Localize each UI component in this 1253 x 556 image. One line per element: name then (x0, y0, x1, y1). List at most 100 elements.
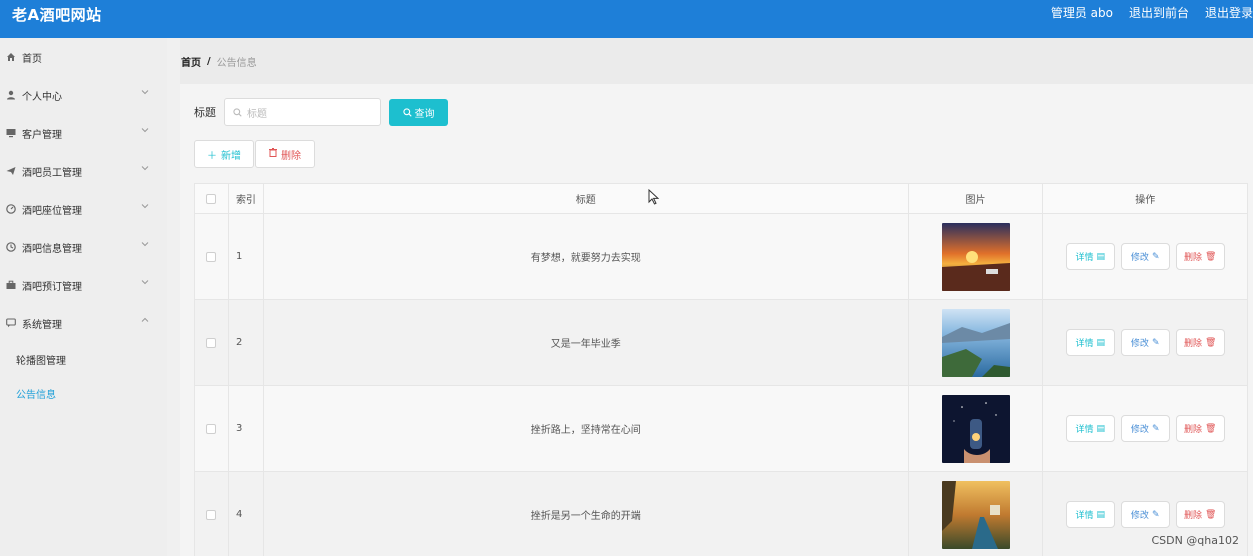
sidebar-item-label: 客户管理 (22, 129, 62, 141)
sidebar-item-label: 系统管理 (22, 319, 62, 331)
edit-button[interactable]: 修改 ✎ (1120, 329, 1170, 356)
search-button-label: 查询 (414, 108, 435, 120)
table-row: 1 有梦想，就要努力去实现 详情 ▤ 修改 ✎ 删除 🗑 (195, 214, 1247, 300)
row-checkbox[interactable] (206, 337, 217, 348)
row-actions: 详情 ▤ 修改 ✎ 删除 🗑 (1043, 386, 1247, 471)
user-icon (6, 90, 16, 100)
select-all-checkbox[interactable] (206, 193, 217, 204)
sidebar-item-personal-center[interactable]: 个人中心 (0, 76, 167, 114)
header-title: 标题 (264, 184, 909, 213)
detail-button[interactable]: 详情 ▤ (1065, 501, 1115, 528)
remove-label: 删除 (1183, 511, 1202, 521)
sunset-lake-image (941, 222, 1010, 291)
sidebar-item-home[interactable]: 首页 (0, 38, 167, 76)
trash-icon: 🗑 (1204, 251, 1217, 262)
chat-icon (6, 318, 16, 328)
row-index: 4 (229, 472, 264, 556)
search-button[interactable]: 查询 (389, 98, 448, 126)
chevron-down-icon (141, 166, 149, 171)
night-bottle-image (941, 394, 1010, 463)
detail-button[interactable]: 详情 ▤ (1065, 415, 1115, 442)
watermark: CSDN @qha102 (1151, 534, 1239, 547)
briefcase-icon (6, 280, 16, 290)
sidebar-item-staff[interactable]: 酒吧员工管理 (0, 152, 167, 190)
batch-delete-button[interactable]: 删除 (255, 140, 315, 168)
search-icon (402, 107, 412, 117)
sidebar-item-system[interactable]: 系统管理 (0, 304, 167, 342)
sidebar-subitem-announcements[interactable]: 公告信息 (0, 376, 167, 410)
pencil-icon: ✎ (1151, 337, 1160, 348)
sidebar-subitem-carousel[interactable]: 轮播图管理 (0, 342, 167, 376)
to-frontend-link[interactable]: 退出到前台 (1129, 4, 1189, 21)
edit-button[interactable]: 修改 ✎ (1120, 415, 1170, 442)
sidebar-item-label: 首页 (22, 53, 42, 65)
edit-button[interactable]: 修改 ✎ (1120, 501, 1170, 528)
remove-button[interactable]: 删除 🗑 (1175, 243, 1225, 270)
search-input[interactable]: 标题 (224, 98, 381, 126)
logout-link[interactable]: 退出登录 (1205, 4, 1253, 21)
row-checkbox[interactable] (206, 509, 217, 520)
edit-label: 修改 (1130, 425, 1149, 435)
home-icon (6, 52, 16, 62)
row-checkbox[interactable] (206, 423, 217, 434)
detail-button[interactable]: 详情 ▤ (1065, 329, 1115, 356)
pencil-icon: ✎ (1151, 423, 1160, 434)
announcement-table: 索引 标题 图片 操作 1 有梦想，就要努力去实现 详情 ▤ 修改 ✎ 删除 🗑… (194, 183, 1248, 556)
document-icon: ▤ (1096, 251, 1105, 262)
row-actions: 详情 ▤ 修改 ✎ 删除 🗑 (1043, 300, 1247, 385)
row-checkbox-cell (195, 472, 229, 556)
document-icon: ▤ (1096, 509, 1105, 520)
search-placeholder: 标题 (247, 108, 267, 120)
remove-button[interactable]: 删除 🗑 (1175, 415, 1225, 442)
search-label: 标题 (194, 106, 216, 119)
header-operation: 操作 (1135, 195, 1156, 206)
detail-button[interactable]: 详情 ▤ (1065, 243, 1115, 270)
breadcrumb: 首页 / 公告信息 (180, 38, 1253, 84)
row-actions: 详情 ▤ 修改 ✎ 删除 🗑 (1043, 214, 1247, 299)
add-button-label: 新增 (221, 150, 241, 162)
detail-label: 详情 (1075, 425, 1094, 435)
header-image: 图片 (909, 184, 1044, 213)
row-image-cell (909, 386, 1044, 471)
sidebar-item-bar-info[interactable]: 酒吧信息管理 (0, 228, 167, 266)
chevron-down-icon (141, 90, 149, 95)
row-checkbox[interactable] (206, 251, 217, 262)
breadcrumb-current: 公告信息 (216, 57, 257, 69)
sidebar-item-reservations[interactable]: 酒吧预订管理 (0, 266, 167, 304)
gauge-icon (6, 204, 16, 214)
table-header: 索引 标题 图片 操作 (195, 184, 1247, 214)
document-icon: ▤ (1096, 423, 1105, 434)
sidebar-item-label: 酒吧座位管理 (22, 205, 82, 217)
row-checkbox-cell (195, 214, 229, 299)
row-image-cell (909, 214, 1044, 299)
trash-icon: 🗑 (1204, 423, 1217, 434)
edit-label: 修改 (1130, 253, 1149, 263)
detail-label: 详情 (1075, 253, 1094, 263)
row-checkbox-cell (195, 300, 229, 385)
pencil-icon: ✎ (1151, 251, 1160, 262)
remove-label: 删除 (1183, 339, 1202, 349)
sidebar-item-seats[interactable]: 酒吧座位管理 (0, 190, 167, 228)
chevron-up-icon (141, 317, 149, 322)
trash-icon (269, 148, 277, 160)
edit-button[interactable]: 修改 ✎ (1120, 243, 1170, 270)
search-icon (233, 107, 242, 117)
remove-button[interactable]: 删除 🗑 (1175, 501, 1225, 528)
row-image-cell (909, 472, 1044, 556)
top-header: 老A酒吧网站 管理员 abo 退出到前台 退出登录 (0, 0, 1253, 38)
main-content: 首页 / 公告信息 标题 标题 查询 ＋ 新增 删除 索引 标题 图片 操作 1… (180, 38, 1253, 556)
table-row: 3 挫折路上，坚持常在心间 详情 ▤ 修改 ✎ 删除 🗑 (195, 386, 1247, 472)
header-checkbox-cell (195, 184, 229, 213)
row-checkbox-cell (195, 386, 229, 471)
site-title: 老A酒吧网站 (12, 6, 102, 24)
sidebar-item-label: 酒吧员工管理 (22, 167, 82, 179)
detail-label: 详情 (1075, 511, 1094, 521)
table-row: 4 挫折是另一个生命的开端 详情 ▤ 修改 ✎ 删除 🗑 (195, 472, 1247, 556)
breadcrumb-home[interactable]: 首页 (181, 54, 201, 69)
remove-button[interactable]: 删除 🗑 (1175, 329, 1225, 356)
action-bar: ＋ 新增 删除 (194, 140, 315, 168)
add-button[interactable]: ＋ 新增 (194, 140, 254, 168)
sidebar-item-customers[interactable]: 客户管理 (0, 114, 167, 152)
header-index: 索引 (229, 184, 264, 213)
road-scenery-image (941, 480, 1010, 549)
